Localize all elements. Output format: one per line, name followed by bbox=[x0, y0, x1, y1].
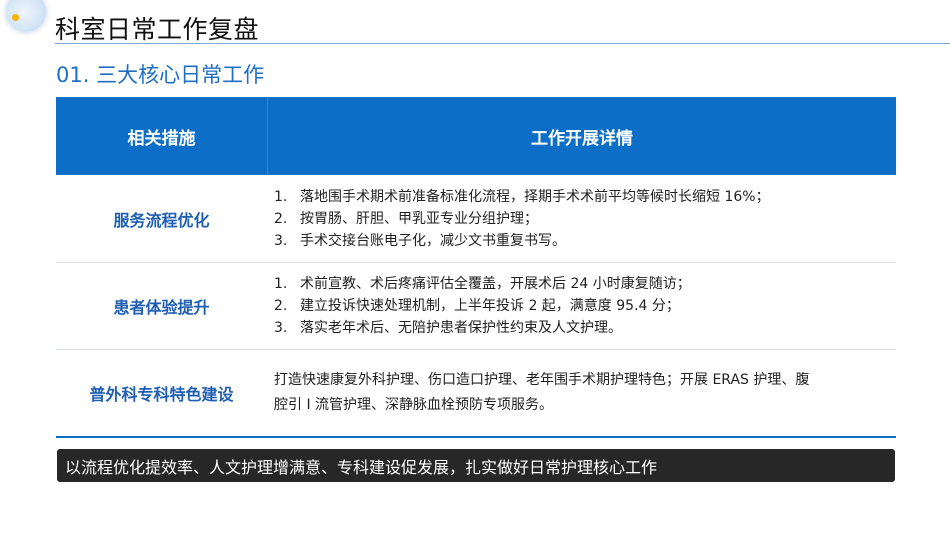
list-item: 3. 手术交接台账电子化，减少文书重复书写。 bbox=[274, 230, 888, 252]
list-item: 1. 落地围手术期术前准备标准化流程，择期手术术前平均等候时长缩短 16%； bbox=[274, 186, 888, 208]
section-subtitle: 01. 三大核心日常工作 bbox=[56, 63, 265, 87]
item-text: 手术交接台账电子化，减少文书重复书写。 bbox=[300, 232, 566, 249]
header-details: 工作开展详情 bbox=[531, 128, 633, 149]
detail-paragraph: 打造快速康复外科护理、伤口造口护理、老年围手术期护理特色；开展 ERAS 护理、… bbox=[267, 350, 896, 436]
table-row: 普外科专科特色建设 打造快速康复外科护理、伤口造口护理、老年围手术期护理特色；开… bbox=[56, 350, 896, 438]
item-number: 2. bbox=[274, 298, 288, 314]
item-text: 按胃肠、肝胆、甲乳亚专业分组护理； bbox=[300, 210, 538, 227]
header-measures: 相关措施 bbox=[56, 97, 268, 175]
summary-banner: 以流程优化提效率、人文护理增满意、专科建设促发展，扎实做好日常护理核心工作 bbox=[57, 449, 895, 482]
list-item: 2. 建立投诉快速处理机制，上半年投诉 2 起，满意度 95.4 分； bbox=[274, 295, 888, 317]
detail-list: 1. 术前宣教、术后疼痛评估全覆盖，开展术后 24 小时康复随访； 2. 建立投… bbox=[267, 263, 896, 349]
item-number: 2. bbox=[274, 210, 288, 227]
measure-label: 普外科专科特色建设 bbox=[89, 385, 234, 404]
list-item: 2. 按胃肠、肝胆、甲乳亚专业分组护理； bbox=[274, 208, 888, 230]
measure-label: 服务流程优化 bbox=[113, 210, 210, 230]
item-text: 落实老年术后、无陪护患者保护性约束及人文护理。 bbox=[300, 320, 622, 336]
page-title: 科室日常工作复盘 bbox=[55, 15, 260, 44]
table-header: 相关措施 工作开展详情 bbox=[56, 97, 896, 175]
table-row: 患者体验提升 1. 术前宣教、术后疼痛评估全覆盖，开展术后 24 小时康复随访；… bbox=[56, 263, 896, 350]
table-row: 服务流程优化 1. 落地围手术期术前准备标准化流程，择期手术术前平均等候时长缩短… bbox=[56, 175, 896, 263]
item-text: 落地围手术期术前准备标准化流程，择期手术术前平均等候时长缩短 16%； bbox=[300, 188, 770, 205]
item-number: 1. bbox=[274, 276, 288, 292]
measure-label: 患者体验提升 bbox=[113, 298, 210, 317]
yellow-dot-icon bbox=[12, 14, 19, 21]
paragraph-line: 打造快速康复外科护理、伤口造口护理、老年围手术期护理特色；开展 ERAS 护理、… bbox=[274, 372, 810, 388]
item-text: 建立投诉快速处理机制，上半年投诉 2 起，满意度 95.4 分； bbox=[300, 298, 680, 314]
item-number: 3. bbox=[274, 232, 288, 249]
paragraph-line: 腔引 I 流管护理、深静脉血栓预防专项服务。 bbox=[274, 397, 554, 413]
detail-list: 1. 落地围手术期术前准备标准化流程，择期手术术前平均等候时长缩短 16%； 2… bbox=[267, 175, 896, 262]
title-divider bbox=[55, 43, 950, 44]
list-item: 1. 术前宣教、术后疼痛评估全覆盖，开展术后 24 小时康复随访； bbox=[274, 273, 888, 295]
list-item: 3. 落实老年术后、无陪护患者保护性约束及人文护理。 bbox=[274, 317, 888, 339]
decorative-circle-logo bbox=[0, 0, 60, 45]
item-number: 1. bbox=[274, 188, 288, 205]
work-table: 相关措施 工作开展详情 服务流程优化 1. 落地围手术期术前准备标准化流程，择期… bbox=[56, 97, 896, 438]
item-number: 3. bbox=[274, 320, 288, 336]
item-text: 术前宣教、术后疼痛评估全覆盖，开展术后 24 小时康复随访； bbox=[300, 276, 691, 292]
